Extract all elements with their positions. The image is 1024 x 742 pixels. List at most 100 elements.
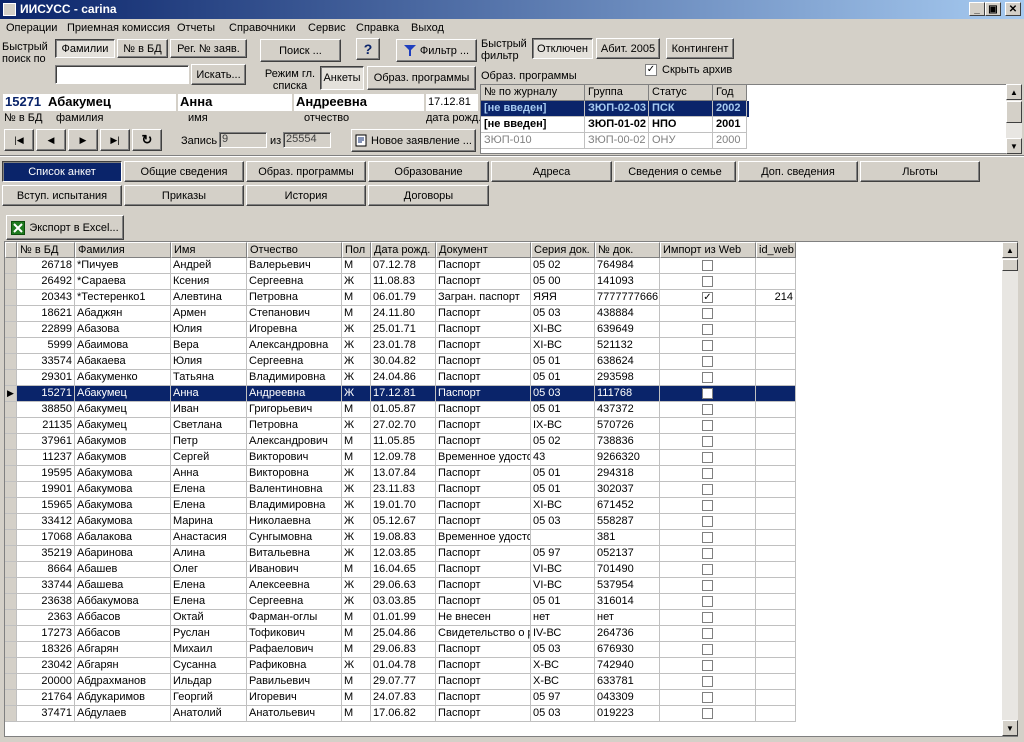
web-import-checkbox[interactable] (702, 564, 713, 575)
web-import-checkbox[interactable] (702, 596, 713, 607)
tab-orders[interactable]: Приказы (124, 185, 244, 206)
grid-col-birth[interactable]: Дата рожд. (371, 242, 436, 258)
table-row[interactable]: 29301 Абакуменко Татьяна Владимировна Ж 24.04… (5, 370, 796, 386)
tab-additional[interactable]: Доп. сведения (738, 161, 858, 182)
grid-col-web-import[interactable]: Импорт из Web (660, 242, 756, 258)
maximize-button[interactable]: ▣ (985, 2, 1001, 16)
menu-directories[interactable]: Справочники (229, 22, 296, 34)
scroll-up-icon[interactable]: ▲ (1006, 84, 1022, 100)
row-indicator[interactable] (5, 434, 17, 450)
table-row[interactable]: 15965 Абакумова Елена Владимировна Ж 19.01.70… (5, 498, 796, 514)
row-indicator[interactable] (5, 338, 17, 354)
menu-exit[interactable]: Выход (411, 22, 444, 34)
web-import-checkbox[interactable] (702, 612, 713, 623)
row-indicator[interactable] (5, 466, 17, 482)
row-indicator[interactable] (5, 546, 17, 562)
programs-scrollbar[interactable]: ▲ ▼ (1006, 84, 1022, 154)
web-import-checkbox[interactable] (702, 324, 713, 335)
table-row[interactable]: 17273 Аббасов Руслан Тофикович М 25.04.86 Свид… (5, 626, 796, 642)
web-import-checkbox[interactable] (702, 484, 713, 495)
help-button[interactable]: ? (356, 38, 380, 60)
web-import-checkbox[interactable] (702, 516, 713, 527)
menu-help[interactable]: Справка (356, 22, 399, 34)
search-mode-reg[interactable]: Рег. № заяв. (170, 39, 247, 58)
tab-benefits[interactable]: Льготы (860, 161, 980, 182)
row-indicator[interactable] (5, 274, 17, 290)
web-import-checkbox[interactable] (702, 452, 713, 463)
table-row[interactable]: 35219 Абаринова Алина Витальевна Ж 12.03.85 Па… (5, 546, 796, 562)
table-row[interactable]: 18326 Абгарян Михаил Рафаелович М 29.06.83 Пас… (5, 642, 796, 658)
list-mode-forms[interactable]: Анкеты (320, 66, 364, 90)
grid-col-doc-series[interactable]: Серия док. (531, 242, 595, 258)
web-import-checkbox[interactable] (702, 404, 713, 415)
grid-col-doc-number[interactable]: № док. (595, 242, 660, 258)
web-import-checkbox[interactable] (702, 676, 713, 687)
current-row-indicator-icon[interactable]: ▶ (5, 386, 17, 402)
row-indicator[interactable] (5, 642, 17, 658)
programs-col-year[interactable]: Год (713, 85, 747, 101)
web-import-checkbox[interactable] (702, 500, 713, 511)
table-row[interactable]: 23042 Абгарян Сусанна Рафиковна Ж 01.04.78 Пас… (5, 658, 796, 674)
quick-search-button[interactable]: Искать... (191, 64, 246, 85)
menu-reports[interactable]: Отчеты (177, 22, 215, 34)
programs-col-group[interactable]: Группа (585, 85, 649, 101)
row-indicator[interactable] (5, 578, 17, 594)
row-indicator[interactable] (5, 482, 17, 498)
web-import-checkbox[interactable] (702, 532, 713, 543)
programs-col-status[interactable]: Статус (649, 85, 713, 101)
nav-last-button[interactable]: ▶| (100, 129, 130, 151)
nav-first-button[interactable]: |◀ (4, 129, 34, 151)
table-row[interactable]: 37471 Абдулаев Анатолий Анатольевич М 17.06.8… (5, 706, 796, 722)
row-indicator[interactable] (5, 322, 17, 338)
table-row[interactable]: 33412 Абакумова Марина Николаевна Ж 05.12.67 П… (5, 514, 796, 530)
row-indicator[interactable] (5, 594, 17, 610)
search-button[interactable]: Поиск ... (260, 39, 341, 62)
row-indicator[interactable] (5, 402, 17, 418)
tab-general-info[interactable]: Общие сведения (124, 161, 244, 182)
close-button[interactable]: ✕ (1005, 2, 1021, 16)
web-import-checkbox[interactable] (702, 372, 713, 383)
web-import-checkbox[interactable] (702, 468, 713, 479)
list-mode-programs[interactable]: Образ. программы (367, 66, 476, 90)
table-row[interactable]: 33574 Абакаева Юлия Сергеевна Ж 30.04.82 Паспо… (5, 354, 796, 370)
search-mode-surname[interactable]: Фамилии (55, 39, 115, 58)
programs-row[interactable]: [не введен] ЗЮП-02-03 ПСК 2002 (481, 101, 749, 117)
minimize-button[interactable]: _ (969, 2, 985, 16)
table-row[interactable]: 22899 Абазова Юлия Игоревна Ж 25.01.71 Паспорт… (5, 322, 796, 338)
web-import-checkbox[interactable] (702, 308, 713, 319)
table-row[interactable]: 17068 Абалакова Анастасия Сунгымовна Ж 19.08.… (5, 530, 796, 546)
scroll-up-icon[interactable]: ▲ (1002, 242, 1018, 258)
table-row[interactable]: 38850 Абакумец Иван Григорьевич М 01.05.87 Пас… (5, 402, 796, 418)
menu-service[interactable]: Сервис (308, 22, 346, 34)
search-mode-id[interactable]: № в БД (117, 39, 168, 58)
row-indicator[interactable] (5, 610, 17, 626)
table-row[interactable]: 23638 Аббакумова Елена Сергеевна Ж 03.03.85 Па… (5, 594, 796, 610)
tab-education[interactable]: Образование (368, 161, 489, 182)
menu-admissions[interactable]: Приемная комиссия (67, 22, 170, 34)
title-bar[interactable]: ИИСУСС - carina _ ▣ ✕ (0, 0, 1024, 19)
row-indicator[interactable] (5, 498, 17, 514)
refresh-button[interactable]: ↻ (132, 129, 162, 151)
table-row[interactable]: 11237 Абакумов Сергей Викторович М 12.09.78 Вр… (5, 450, 796, 466)
grid-scrollbar[interactable]: ▲ ▼ (1002, 242, 1018, 736)
applicants-grid[interactable]: № в БД Фамилия Имя Отчество Пол Дата рожд. Док… (4, 241, 1018, 737)
web-import-checkbox[interactable]: ✓ (702, 292, 713, 303)
nav-prev-button[interactable]: ◀ (36, 129, 66, 151)
table-row[interactable]: 5999 Абаимова Вера Александровна Ж 23.01.78 Па… (5, 338, 796, 354)
table-row[interactable]: 19901 Абакумова Елена Валентиновна Ж 23.11.83… (5, 482, 796, 498)
grid-col-name[interactable]: Имя (171, 242, 247, 258)
table-row[interactable]: 19595 Абакумова Анна Викторовна Ж 13.07.84 Пас… (5, 466, 796, 482)
filter-button[interactable]: Фильтр ... (396, 39, 477, 62)
row-indicator[interactable] (5, 690, 17, 706)
tab-entrance-exams[interactable]: Вступ. испытания (2, 185, 122, 206)
programs-row[interactable]: [не введен] ЗЮП-01-02 НПО 2001 (481, 117, 749, 133)
tab-family[interactable]: Сведения о семье (614, 161, 736, 182)
table-row[interactable]: 20343 *Тестеренко1 Алевтина Петровна М 06.01.… (5, 290, 796, 306)
row-indicator[interactable] (5, 530, 17, 546)
quick-search-input[interactable] (55, 65, 189, 84)
table-row[interactable]: 33744 Абашева Елена Алексеевна Ж 29.06.63 Пасп… (5, 578, 796, 594)
programs-col-journal[interactable]: № по журналу (481, 85, 585, 101)
tab-edu-programs[interactable]: Образ. программы (246, 161, 366, 182)
web-import-checkbox[interactable] (702, 628, 713, 639)
tab-history[interactable]: История (246, 185, 366, 206)
